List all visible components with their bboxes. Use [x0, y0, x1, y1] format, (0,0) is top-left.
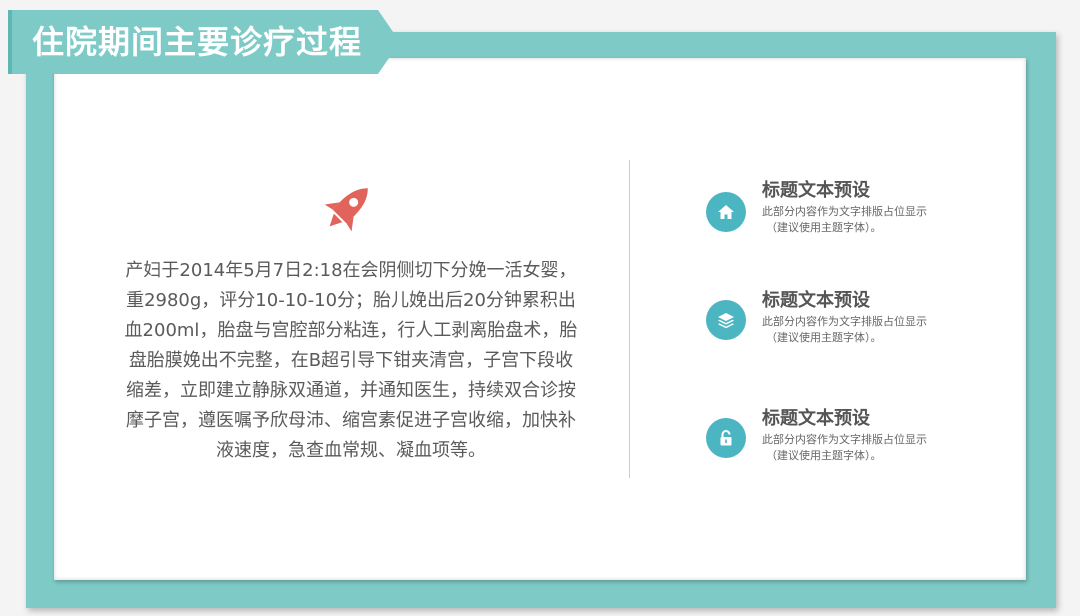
treatment-description: 产妇于2014年5月7日2:18在会阴侧切下分娩一活女婴， 重2980g，评分1… [118, 256, 584, 466]
item-heading: 标题文本预设 [762, 290, 870, 311]
item-description-line: 此部分内容作为文字排版占位显示 [762, 315, 927, 328]
rocket-icon [324, 188, 368, 232]
body-line: 摩子宫，遵医嘱予欣母沛、缩宫素促进子宫收缩，加快补 [126, 410, 576, 431]
body-line: 血200ml，胎盘与宫腔部分粘连，行人工剥离胎盘术，胎 [124, 320, 578, 341]
layers-icon [706, 300, 746, 340]
item-description-line: 此部分内容作为文字排版占位显示 [762, 205, 927, 218]
item-heading: 标题文本预设 [762, 408, 870, 429]
item-description-line: （建议使用主题字体）。 [766, 221, 882, 234]
item-description-line: （建议使用主题字体）。 [766, 449, 882, 462]
page-title: 住院期间主要诊疗过程 [32, 23, 363, 61]
item-description: 此部分内容作为文字排版占位显示 （建议使用主题字体）。 [762, 204, 962, 236]
body-line: 产妇于2014年5月7日2:18在会阴侧切下分娩一活女婴， [125, 260, 577, 281]
body-line: 液速度，急查血常规、凝血项等。 [216, 440, 486, 461]
feature-item-2: 标题文本预设 此部分内容作为文字排版占位显示 （建议使用主题字体）。 [706, 286, 966, 356]
feature-item-1: 标题文本预设 此部分内容作为文字排版占位显示 （建议使用主题字体）。 [706, 176, 966, 246]
slide: 住院期间主要诊疗过程 产妇于2014年5月7日2:18在会阴侧切下分娩一活女婴，… [0, 0, 1080, 616]
item-description-line: 此部分内容作为文字排版占位显示 [762, 433, 927, 446]
item-description: 此部分内容作为文字排版占位显示 （建议使用主题字体）。 [762, 314, 962, 346]
feature-item-3: 标题文本预设 此部分内容作为文字排版占位显示 （建议使用主题字体）。 [706, 404, 966, 474]
lock-icon [706, 418, 746, 458]
title-banner-edge [8, 10, 12, 74]
body-line: 重2980g，评分10-10-10分；胎儿娩出后20分钟累积出 [126, 290, 576, 311]
body-line: 缩差，立即建立静脉双通道，并通知医生，持续双合诊按 [126, 380, 576, 401]
home-icon [706, 192, 746, 232]
vertical-divider [629, 160, 630, 478]
item-heading: 标题文本预设 [762, 180, 870, 201]
item-description: 此部分内容作为文字排版占位显示 （建议使用主题字体）。 [762, 432, 962, 464]
body-line: 盘胎膜娩出不完整，在B超引导下钳夹清宫，子宫下段收 [128, 350, 574, 371]
item-description-line: （建议使用主题字体）。 [766, 331, 882, 344]
